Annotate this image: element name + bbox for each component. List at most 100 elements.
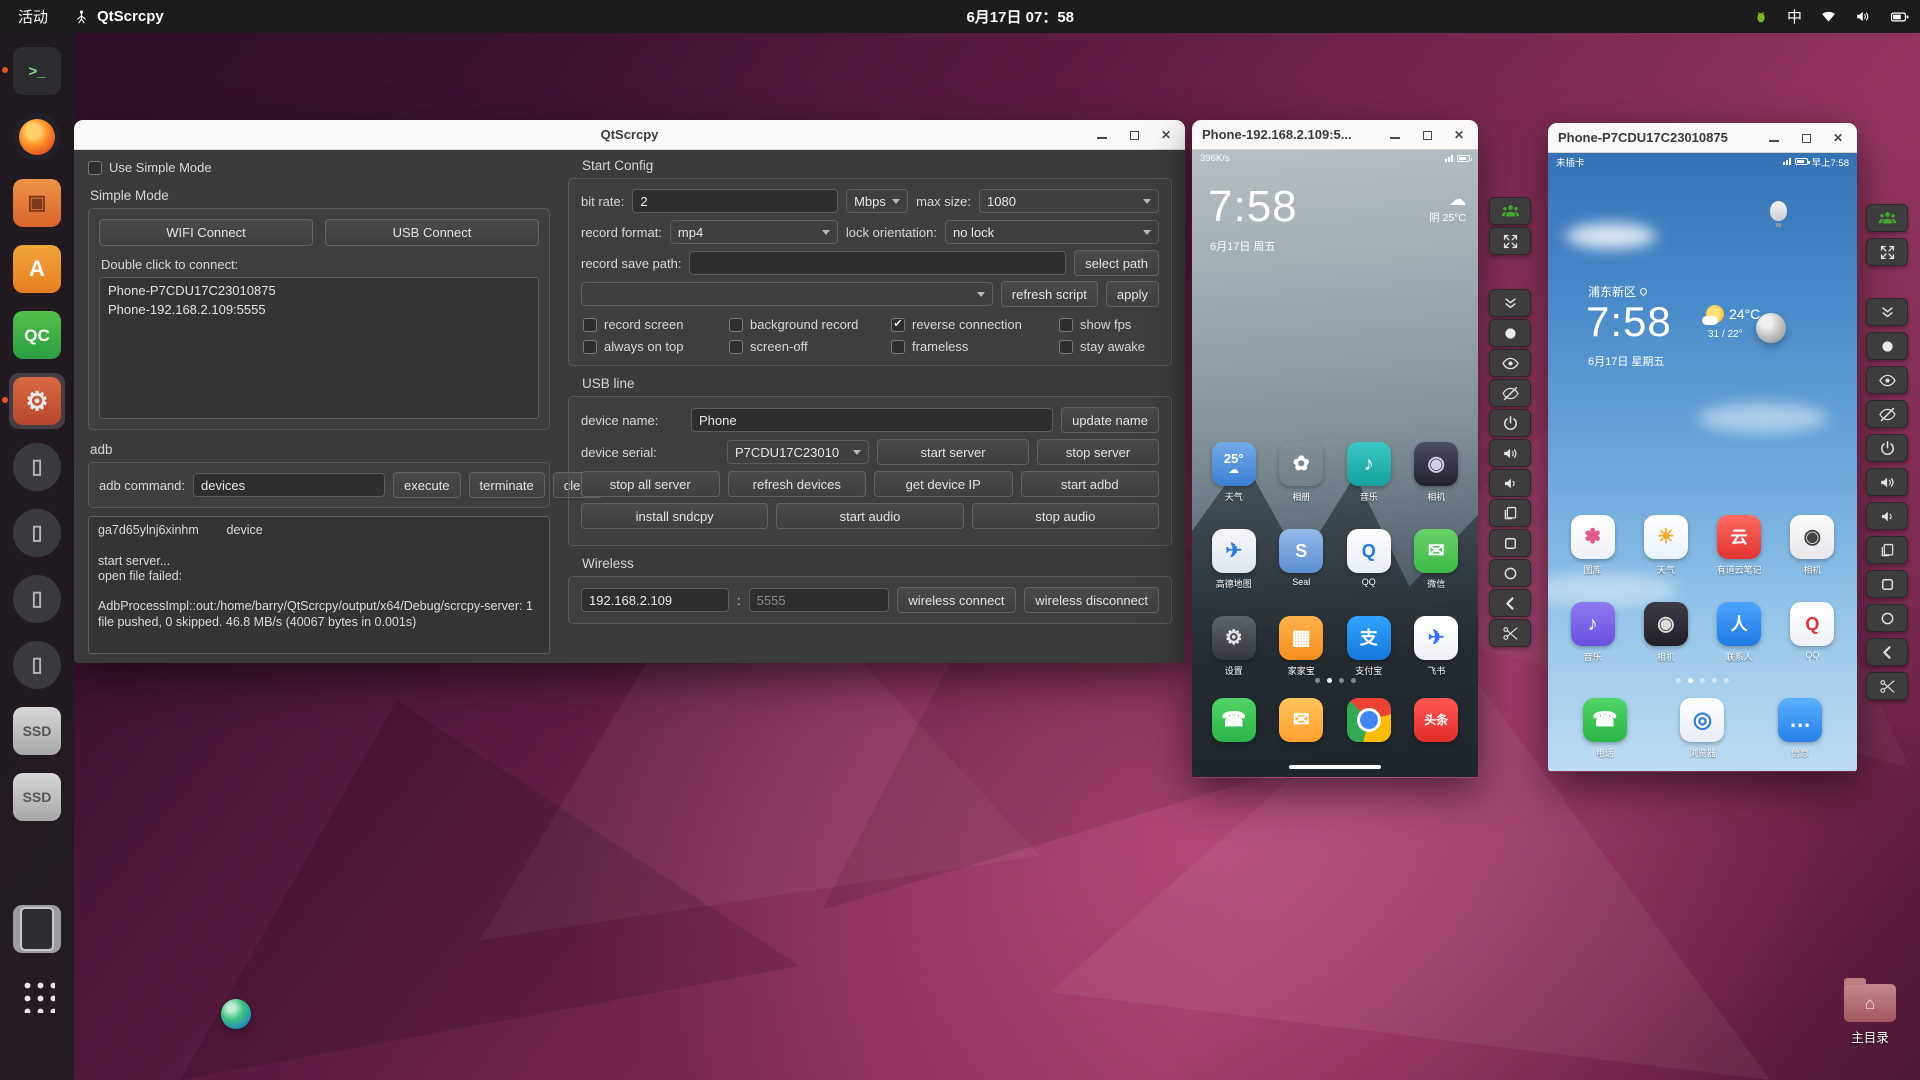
dock-item-ssd-2[interactable]: SSD (13, 773, 61, 821)
app-音乐[interactable]: ♪ 音乐 (1562, 602, 1624, 663)
full-screen-button[interactable] (1489, 227, 1531, 255)
volume-up-button[interactable] (1866, 468, 1908, 496)
dock-item-show-applications[interactable] (13, 971, 61, 1019)
menu-button[interactable] (1866, 570, 1908, 598)
dock-item-music-sphere[interactable] (13, 839, 251, 1029)
screen-shot-button[interactable] (1866, 332, 1908, 360)
close-button[interactable]: ✕ (1448, 124, 1470, 146)
minimize-button[interactable] (1763, 127, 1785, 149)
group-control-button[interactable] (1489, 197, 1531, 225)
battery-icon[interactable] (1890, 9, 1910, 25)
hide-screen-button[interactable] (1489, 379, 1531, 407)
refresh-script-button[interactable]: refresh script (1000, 281, 1098, 307)
app-有道云笔记[interactable]: 云有道云笔记 (1708, 515, 1770, 576)
app-qq[interactable]: Q QQ (1781, 602, 1843, 663)
record-save-path-input[interactable] (689, 251, 1067, 275)
volume-down-button[interactable] (1489, 469, 1531, 497)
wireless-disconnect-button[interactable]: wireless disconnect (1024, 587, 1159, 613)
use-simple-mode-checkbox[interactable]: Use Simple Mode (88, 160, 212, 175)
show-screen-button[interactable] (1866, 366, 1908, 394)
expand-notification-button[interactable] (1866, 298, 1908, 326)
maximize-button[interactable] (1416, 124, 1438, 146)
checkbox-always-on-top[interactable]: always on top (583, 339, 729, 354)
app-信息[interactable]: … 信息 (1769, 698, 1831, 759)
checkbox-record-screen[interactable]: record screen (583, 317, 729, 332)
dock-item-phone-mirror[interactable] (13, 905, 61, 953)
checkbox-background-record[interactable]: background record (729, 317, 891, 332)
hide-screen-button[interactable] (1866, 400, 1908, 428)
record-format-select[interactable]: mp4 (669, 220, 838, 244)
app-相机[interactable]: ◉ 相机 (1781, 515, 1843, 576)
minimize-button[interactable] (1091, 124, 1113, 146)
dock-item-scrcpy-instance-1[interactable]: ▯ (13, 443, 61, 491)
wifi-icon[interactable] (1820, 8, 1837, 25)
app-高德地图[interactable]: ✈ 高德地图 (1203, 529, 1265, 590)
app-phone-app[interactable]: ☎ (1203, 698, 1265, 742)
screen-shot-button[interactable] (1489, 319, 1531, 347)
adb-command-input[interactable] (193, 473, 385, 497)
dock-item-scrcpy-instance-4[interactable]: ▯ (13, 641, 61, 689)
group-control-button[interactable] (1866, 204, 1908, 232)
usb-connect-button[interactable]: USB Connect (325, 219, 539, 246)
menu-button[interactable] (1489, 529, 1531, 557)
app-toutiao-app[interactable]: 头条 (1405, 698, 1467, 742)
maximize-button[interactable] (1795, 127, 1817, 149)
phone2-titlebar[interactable]: Phone-P7CDU17C23010875 ✕ (1548, 123, 1857, 153)
screen-clip-button[interactable] (1866, 672, 1908, 700)
app-设置[interactable]: ⚙ 设置 (1203, 616, 1265, 677)
refresh-devices-button[interactable]: refresh devices (727, 471, 866, 497)
start-server-button[interactable]: start server (877, 439, 1029, 465)
device-list-item[interactable]: Phone-P7CDU17C23010875 (106, 281, 532, 300)
install-sndcpy-button[interactable]: install sndcpy (581, 503, 769, 529)
stop-audio-button[interactable]: stop audio (971, 503, 1159, 529)
app-chrome-app[interactable] (1338, 698, 1400, 742)
clock[interactable]: 6月17日 07：58 (966, 6, 1074, 27)
bit-rate-input[interactable] (632, 189, 839, 213)
app-相册[interactable]: ✿ 相册 (1270, 442, 1332, 503)
bit-rate-unit-select[interactable]: Mbps (846, 189, 909, 213)
home-button[interactable] (1489, 559, 1531, 587)
input-method-indicator[interactable]: 中 (1787, 6, 1802, 27)
app-飞书[interactable]: ✈ 飞书 (1405, 616, 1467, 677)
phone2-screen[interactable]: 未插卡 早上7:58 浦东新区 7:58 24°C 31 / 22° 6月17日… (1548, 153, 1857, 771)
update-name-button[interactable]: update name (1061, 407, 1159, 433)
execute-button[interactable]: execute (393, 472, 461, 498)
phone1-screen[interactable]: 396K/s 7:58 6月17日 周五 ☁ 阴 25°C 25° ☁ 天气 ✿ 相册 ♪… (1192, 150, 1478, 777)
stop-server-button[interactable]: stop server (1037, 439, 1159, 465)
close-button[interactable]: ✕ (1827, 127, 1849, 149)
home-folder-desktop-icon[interactable]: ⌂ 主目录 (1838, 978, 1902, 1046)
app-相机[interactable]: ◉ 相机 (1635, 602, 1697, 663)
app-indicator-green-icon[interactable] (1753, 9, 1769, 25)
power-button[interactable] (1489, 409, 1531, 437)
screen-clip-button[interactable] (1489, 619, 1531, 647)
app-qq[interactable]: Q QQ (1338, 529, 1400, 590)
start-audio-button[interactable]: start audio (776, 503, 964, 529)
minimize-button[interactable] (1384, 124, 1406, 146)
app-图库[interactable]: ✽ 图库 (1562, 515, 1624, 576)
app-家家宝[interactable]: ▦ 家家宝 (1270, 616, 1332, 677)
app-电话[interactable]: ☎ 电话 (1574, 698, 1636, 759)
show-screen-button[interactable] (1489, 349, 1531, 377)
wireless-connect-button[interactable]: wireless connect (896, 587, 1017, 613)
device-list[interactable]: Phone-P7CDU17C23010875 Phone-192.168.2.10… (99, 277, 539, 419)
phone1-titlebar[interactable]: Phone-192.168.2.109:5... ✕ (1192, 120, 1478, 150)
dock-item-qtcreator[interactable]: QC (13, 311, 61, 359)
home-button[interactable] (1866, 604, 1908, 632)
app-messages-app[interactable]: ✉ (1270, 698, 1332, 742)
terminate-button[interactable]: terminate (468, 472, 545, 498)
max-size-select[interactable]: 1080 (979, 189, 1159, 213)
checkbox-show-fps[interactable]: show fps (1059, 317, 1159, 332)
full-screen-button[interactable] (1866, 238, 1908, 266)
app-switch-button[interactable] (1489, 499, 1531, 527)
qtscrcpy-titlebar[interactable]: QtScrcpy ✕ (74, 120, 1185, 150)
close-button[interactable]: ✕ (1155, 124, 1177, 146)
adb-log-output[interactable]: ga7d65ylnj6xinhm device start server... … (88, 516, 550, 654)
back-button[interactable] (1866, 638, 1908, 666)
wifi-connect-button[interactable]: WIFI Connect (99, 219, 313, 246)
app-音乐[interactable]: ♪ 音乐 (1338, 442, 1400, 503)
dock-item-files[interactable]: ▣ (13, 179, 61, 227)
maximize-button[interactable] (1123, 124, 1145, 146)
checkbox-screen-off[interactable]: screen-off (729, 339, 891, 354)
lock-orientation-select[interactable]: no lock (944, 220, 1159, 244)
app-支付宝[interactable]: 支支付宝 (1338, 616, 1400, 677)
